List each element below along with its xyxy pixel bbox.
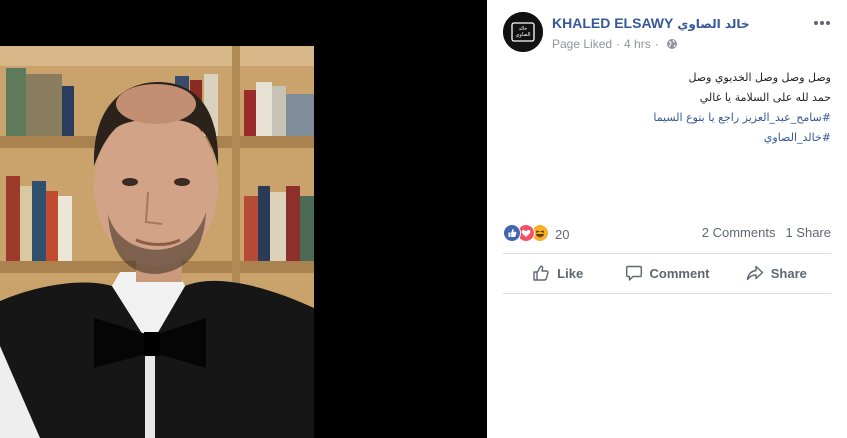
share-button-label: Share [770, 265, 807, 281]
post-line: وصل وصل وصل الخديوي وصل [688, 71, 831, 84]
like-reaction-icon [503, 224, 521, 242]
hashtag-link[interactable]: #خالد_الصاوي [531, 128, 831, 148]
page-avatar[interactable]: خالد الصاوي [503, 12, 543, 52]
share-button[interactable]: Share [722, 256, 831, 290]
hashtag-link[interactable]: #سامح_عبد_العزيز راجع يا بتوع السيما [531, 108, 831, 128]
meta-separator: · [654, 37, 659, 51]
comment-button-label: Comment [649, 265, 710, 281]
post-actions: Like Comment Share [503, 256, 831, 290]
post-meta: Page Liked · 4 hrs · [552, 37, 678, 53]
reaction-count: 20 [555, 227, 570, 242]
page-name-arabic[interactable]: خالد الصاوي [677, 17, 749, 31]
share-arrow-icon [746, 265, 763, 281]
post-stats: 20 2 Comments 1 Share [503, 222, 831, 244]
post-header: خالد الصاوي KHALED ELSAWY خالد الصاوي Pag… [503, 12, 831, 52]
like-button[interactable]: Like [503, 256, 612, 290]
globe-icon [666, 38, 678, 53]
comment-button[interactable]: Comment [612, 256, 721, 290]
post-side-panel: خالد الصاوي KHALED ELSAWY خالد الصاوي Pag… [487, 0, 847, 438]
page-name-line: KHALED ELSAWY خالد الصاوي [552, 15, 750, 31]
page-liked-status[interactable]: Page Liked [552, 37, 612, 51]
comment-icon [625, 265, 642, 281]
comments-count-link[interactable]: 2 Comments [702, 225, 776, 240]
shares-count-link[interactable]: 1 Share [785, 225, 831, 240]
post-text: وصل وصل وصل الخديوي وصل حمد لله على السل… [531, 68, 831, 148]
divider [503, 253, 831, 254]
meta-separator: · [616, 37, 621, 51]
post-line: حمد لله على السلامة يا غالي [699, 91, 831, 104]
photo-viewer [0, 0, 487, 438]
avatar-logo-text: خالد الصاوي [515, 26, 531, 38]
divider [503, 293, 831, 294]
like-button-label: Like [557, 265, 584, 281]
engagement-counts: 2 Comments 1 Share [702, 225, 831, 240]
thumbs-up-icon [533, 265, 549, 281]
post-photo[interactable] [0, 46, 314, 438]
more-options-icon[interactable] [812, 16, 832, 28]
page-name[interactable]: KHALED ELSAWY [552, 15, 673, 31]
post-timestamp[interactable]: 4 hrs [624, 37, 651, 51]
